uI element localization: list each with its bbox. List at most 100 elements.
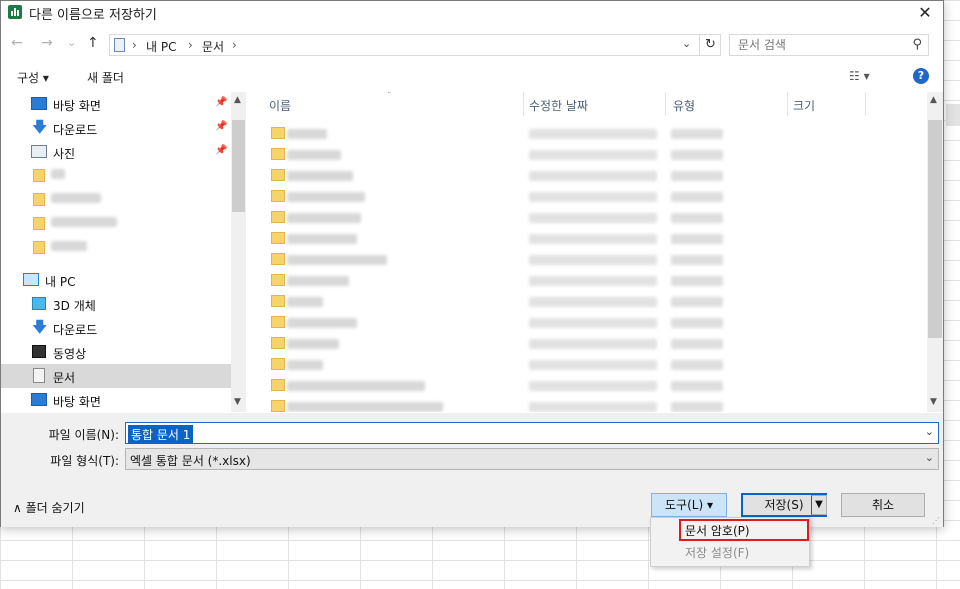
organize-button[interactable]: 구성 ▾	[17, 69, 49, 86]
sidebar-item-videos[interactable]: 동영상	[1, 340, 231, 364]
column-header-name[interactable]: 이름	[269, 97, 291, 114]
column-divider[interactable]	[523, 92, 524, 116]
file-list-scrollbar[interactable]: ▲ ▼	[927, 92, 943, 412]
hide-folders-button[interactable]: ∧ 폴더 숨기기	[13, 499, 85, 516]
scroll-up-icon[interactable]: ▲	[234, 95, 241, 105]
scrollbar-thumb[interactable]	[928, 120, 942, 338]
sidebar-item-label: 사진	[53, 147, 76, 161]
file-row[interactable]	[267, 271, 737, 292]
pin-icon[interactable]: 📌	[215, 145, 227, 156]
chevron-down-icon[interactable]: ⌄	[925, 451, 934, 464]
scrollbar-thumb[interactable]	[232, 120, 245, 212]
pin-icon[interactable]: 📌	[215, 121, 227, 132]
video-icon	[32, 345, 46, 358]
blurred-type	[671, 171, 723, 181]
filetype-select[interactable]: 엑셀 통합 문서 (*.xlsx) ⌄	[125, 448, 939, 470]
tools-button[interactable]: 도구(L) ▾	[651, 493, 727, 517]
file-row[interactable]	[267, 355, 737, 376]
blurred-name	[287, 150, 341, 160]
blurred-name	[287, 129, 327, 139]
scroll-up-icon[interactable]: ▲	[930, 95, 937, 105]
filename-field[interactable]: 통합 문서 1 ⌄	[125, 422, 939, 444]
blurred-date	[529, 339, 657, 349]
up-arrow-icon[interactable]: ↑	[87, 35, 99, 51]
column-divider[interactable]	[787, 92, 788, 116]
search-input[interactable]	[738, 38, 898, 52]
sidebar-item-folder[interactable]	[1, 188, 231, 212]
blurred-name	[287, 297, 323, 307]
column-header-modified[interactable]: 수정한 날짜	[529, 97, 588, 114]
breadcrumb-documents[interactable]: 문서	[202, 38, 224, 55]
sidebar-item-this-pc[interactable]: 내 PC	[1, 268, 231, 292]
blurred-date	[529, 192, 657, 202]
file-row[interactable]	[267, 124, 737, 145]
blurred-type	[671, 339, 723, 349]
sidebar-item-documents[interactable]: 문서	[1, 364, 231, 388]
breadcrumb-separator[interactable]: ›	[232, 38, 237, 52]
file-row[interactable]	[267, 145, 737, 166]
file-row[interactable]	[267, 334, 737, 355]
file-row[interactable]	[267, 208, 737, 229]
sidebar-item-desktop-pc[interactable]: 바탕 화면	[1, 388, 231, 412]
sidebar-item-downloads[interactable]: 🡇 다운로드 📌	[1, 116, 231, 140]
blurred-label	[51, 169, 65, 179]
pin-icon[interactable]: 📌	[215, 97, 227, 108]
forward-arrow-icon[interactable]: →	[41, 35, 53, 51]
resize-grip-icon[interactable]: ⋰	[932, 516, 940, 525]
blurred-type	[671, 213, 723, 223]
file-row[interactable]	[267, 229, 737, 250]
blurred-type	[671, 381, 723, 391]
sidebar-item-3d-objects[interactable]: 3D 개체	[1, 292, 231, 316]
blurred-date	[529, 402, 657, 412]
column-divider[interactable]	[865, 92, 866, 116]
blurred-name	[287, 339, 339, 349]
navigation-pane-scrollbar[interactable]: ▲ ▼	[231, 92, 246, 412]
blurred-name	[287, 402, 443, 412]
file-row[interactable]	[267, 397, 737, 412]
file-row[interactable]	[267, 166, 737, 187]
sidebar-item-pictures[interactable]: 사진 📌	[1, 140, 231, 164]
back-arrow-icon[interactable]: ←	[11, 35, 23, 51]
sidebar-item-folder[interactable]	[1, 164, 231, 188]
scroll-down-icon[interactable]: ▼	[930, 397, 937, 407]
sidebar-item-folder[interactable]	[1, 236, 231, 260]
save-as-dialog: 다른 이름으로 저장하기 ✕ ← → ⌄ ↑ › 내 PC › 문서 › ⌄ ↻…	[0, 0, 944, 527]
blurred-name	[287, 276, 349, 286]
column-header-size[interactable]: 크기	[793, 97, 815, 114]
close-icon[interactable]: ✕	[913, 2, 937, 24]
file-row[interactable]	[267, 250, 737, 271]
sidebar-item-folder[interactable]	[1, 212, 231, 236]
file-row[interactable]	[267, 292, 737, 313]
sidebar-item-desktop[interactable]: 바탕 화면 📌	[1, 92, 231, 116]
cancel-button[interactable]: 취소	[841, 493, 925, 517]
blurred-date	[529, 171, 657, 181]
search-box[interactable]: ⚲	[729, 34, 929, 56]
chevron-down-icon[interactable]: ⌄	[925, 425, 934, 438]
new-folder-button[interactable]: 새 폴더	[87, 69, 124, 86]
folder-icon	[271, 400, 285, 412]
sidebar-item-label: 바탕 화면	[53, 99, 101, 113]
column-divider[interactable]	[665, 92, 666, 116]
breadcrumb-pc[interactable]: 내 PC	[146, 38, 176, 55]
column-header-type[interactable]: 유형	[673, 97, 695, 114]
file-row[interactable]	[267, 187, 737, 208]
address-bar[interactable]: › 내 PC › 문서 › ⌄ ↻	[109, 34, 721, 56]
breadcrumb-separator: ›	[188, 38, 193, 52]
scroll-down-icon[interactable]: ▼	[234, 397, 241, 407]
search-icon[interactable]: ⚲	[912, 37, 922, 52]
file-row[interactable]	[267, 376, 737, 397]
save-dropdown-icon[interactable]: ▼	[811, 495, 827, 515]
excel-app-icon	[8, 5, 22, 19]
recent-locations-icon[interactable]: ⌄	[67, 36, 76, 49]
view-options-icon[interactable]: ☷ ▾	[849, 69, 870, 83]
blurred-type	[671, 402, 723, 412]
menu-item-document-password[interactable]: 문서 암호(P)	[685, 522, 750, 539]
address-dropdown-icon[interactable]: ⌄	[682, 37, 691, 50]
file-row[interactable]	[267, 313, 737, 334]
sidebar-item-downloads-pc[interactable]: 🡇 다운로드	[1, 316, 231, 340]
refresh-icon[interactable]: ↻	[699, 35, 721, 55]
filename-value[interactable]: 통합 문서 1	[128, 425, 194, 444]
blurred-type	[671, 150, 723, 160]
help-icon[interactable]: ?	[913, 68, 929, 84]
sidebar-item-label: 다운로드	[53, 323, 98, 337]
